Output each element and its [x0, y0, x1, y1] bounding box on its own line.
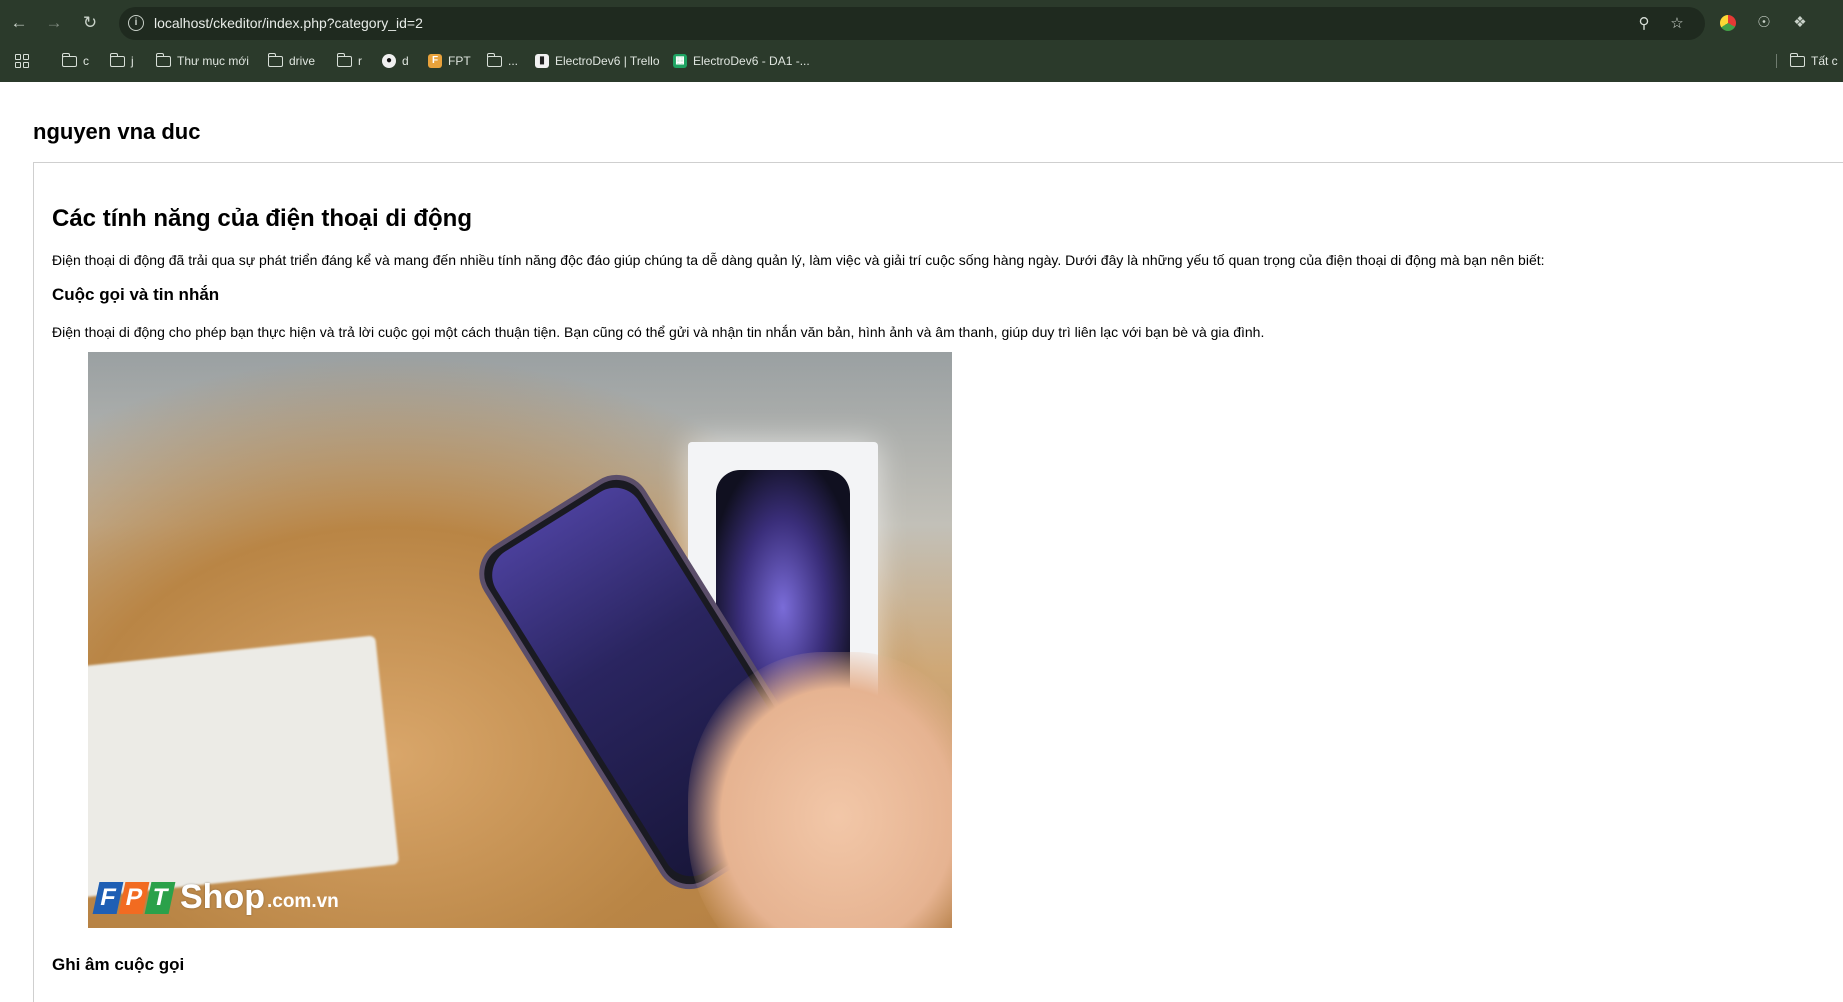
compass-icon[interactable]: ☉	[1754, 13, 1774, 33]
article-heading: Các tính năng của điện thoại di động	[52, 205, 472, 232]
bookmark-sheets[interactable]: ▦ ElectroDev6 - DA1 -...	[673, 52, 810, 70]
image-white-box	[88, 635, 400, 899]
bookmark-label: Thư mục mới	[177, 54, 249, 68]
apps-grid-icon[interactable]	[15, 54, 29, 68]
bookmark-label: ElectroDev6 - DA1 -...	[693, 54, 810, 68]
bookmark-trello[interactable]: ▮ ElectroDev6 | Trello	[535, 52, 660, 70]
bookmark-label: d	[402, 54, 409, 68]
address-bar-row: ← → ↻ i localhost/ckeditor/index.php?cat…	[0, 0, 1843, 46]
section-text-calls-messages: Điện thoại di động cho phép bạn thực hiệ…	[52, 324, 1265, 340]
site-title: nguyen vna duc	[33, 119, 201, 144]
url-text[interactable]: localhost/ckeditor/index.php?category_id…	[154, 15, 423, 31]
article-container: Các tính năng của điện thoại di động Điệ…	[33, 162, 1843, 1002]
browser-chrome: ← → ↻ i localhost/ckeditor/index.php?cat…	[0, 0, 1843, 82]
bookmark-label: ...	[508, 54, 519, 68]
forward-button[interactable]: →	[43, 12, 65, 34]
fpt-icon: F	[428, 54, 442, 68]
bookmark-label: FPT	[448, 54, 471, 68]
bookmark-all-folders[interactable]: Tất c	[1789, 52, 1838, 70]
bookmarks-bar: c j Thư mục mới drive r ● d F FPT ... ▮ Ele…	[0, 46, 1843, 76]
fpt-logo-t: T	[144, 882, 176, 914]
folder-icon	[61, 52, 77, 67]
article-image-iphone: F P T Shop .com.vn	[88, 352, 952, 928]
bookmark-label: Tất c	[1811, 54, 1838, 68]
folder-icon	[1789, 52, 1805, 67]
bookmark-label: j	[131, 54, 134, 68]
trello-icon: ▮	[535, 54, 549, 68]
bookmarks-divider	[1776, 54, 1777, 68]
reload-button[interactable]: ↻	[79, 12, 101, 34]
folder-icon	[486, 52, 502, 67]
bookmark-folder-drive[interactable]: drive	[267, 52, 316, 70]
folder-icon	[155, 52, 171, 67]
omnibox[interactable]: i localhost/ckeditor/index.php?category_…	[119, 7, 1705, 40]
extensions-puzzle-icon[interactable]: ❖	[1790, 13, 1810, 33]
bookmark-folder-c[interactable]: c	[61, 52, 89, 70]
bookmark-github-d[interactable]: ● d	[382, 52, 409, 70]
zoom-icon[interactable]: ⚲	[1635, 15, 1653, 33]
watermark-domain: .com.vn	[266, 891, 339, 912]
extension-icon[interactable]	[1720, 15, 1736, 31]
page-content: nguyen vna duc Các tính năng của điện th…	[0, 82, 1843, 1002]
folder-icon	[109, 52, 125, 67]
watermark-shop: Shop	[180, 878, 265, 916]
bookmark-label: r	[358, 54, 362, 68]
github-icon: ●	[382, 54, 396, 68]
folder-icon	[267, 52, 283, 67]
bookmark-label: c	[83, 54, 89, 68]
bookmark-folder-r[interactable]: r	[336, 52, 362, 70]
image-hand	[688, 652, 952, 928]
fpt-shop-watermark: F P T Shop .com.vn	[92, 878, 339, 916]
article-intro: Điện thoại di động đã trải qua sự phát t…	[52, 252, 1545, 268]
bookmark-label: ElectroDev6 | Trello	[555, 54, 660, 68]
bookmark-folder-thu-muc-moi[interactable]: Thư mục mới	[155, 52, 249, 70]
section-heading-calls-messages: Cuộc gọi và tin nhắn	[52, 285, 220, 304]
bookmark-fpt[interactable]: F FPT	[428, 52, 471, 70]
bookmark-star-icon[interactable]: ☆	[1668, 15, 1686, 33]
sheets-icon: ▦	[673, 54, 687, 68]
bookmark-folder-j[interactable]: j	[109, 52, 134, 70]
back-button[interactable]: ←	[8, 12, 30, 34]
folder-icon	[336, 52, 352, 67]
section-heading-call-recording: Ghi âm cuộc gọi	[52, 955, 185, 974]
bookmark-folder-ellipsis[interactable]: ...	[486, 52, 519, 70]
site-info-icon[interactable]: i	[128, 15, 144, 31]
bookmark-label: drive	[289, 54, 316, 68]
